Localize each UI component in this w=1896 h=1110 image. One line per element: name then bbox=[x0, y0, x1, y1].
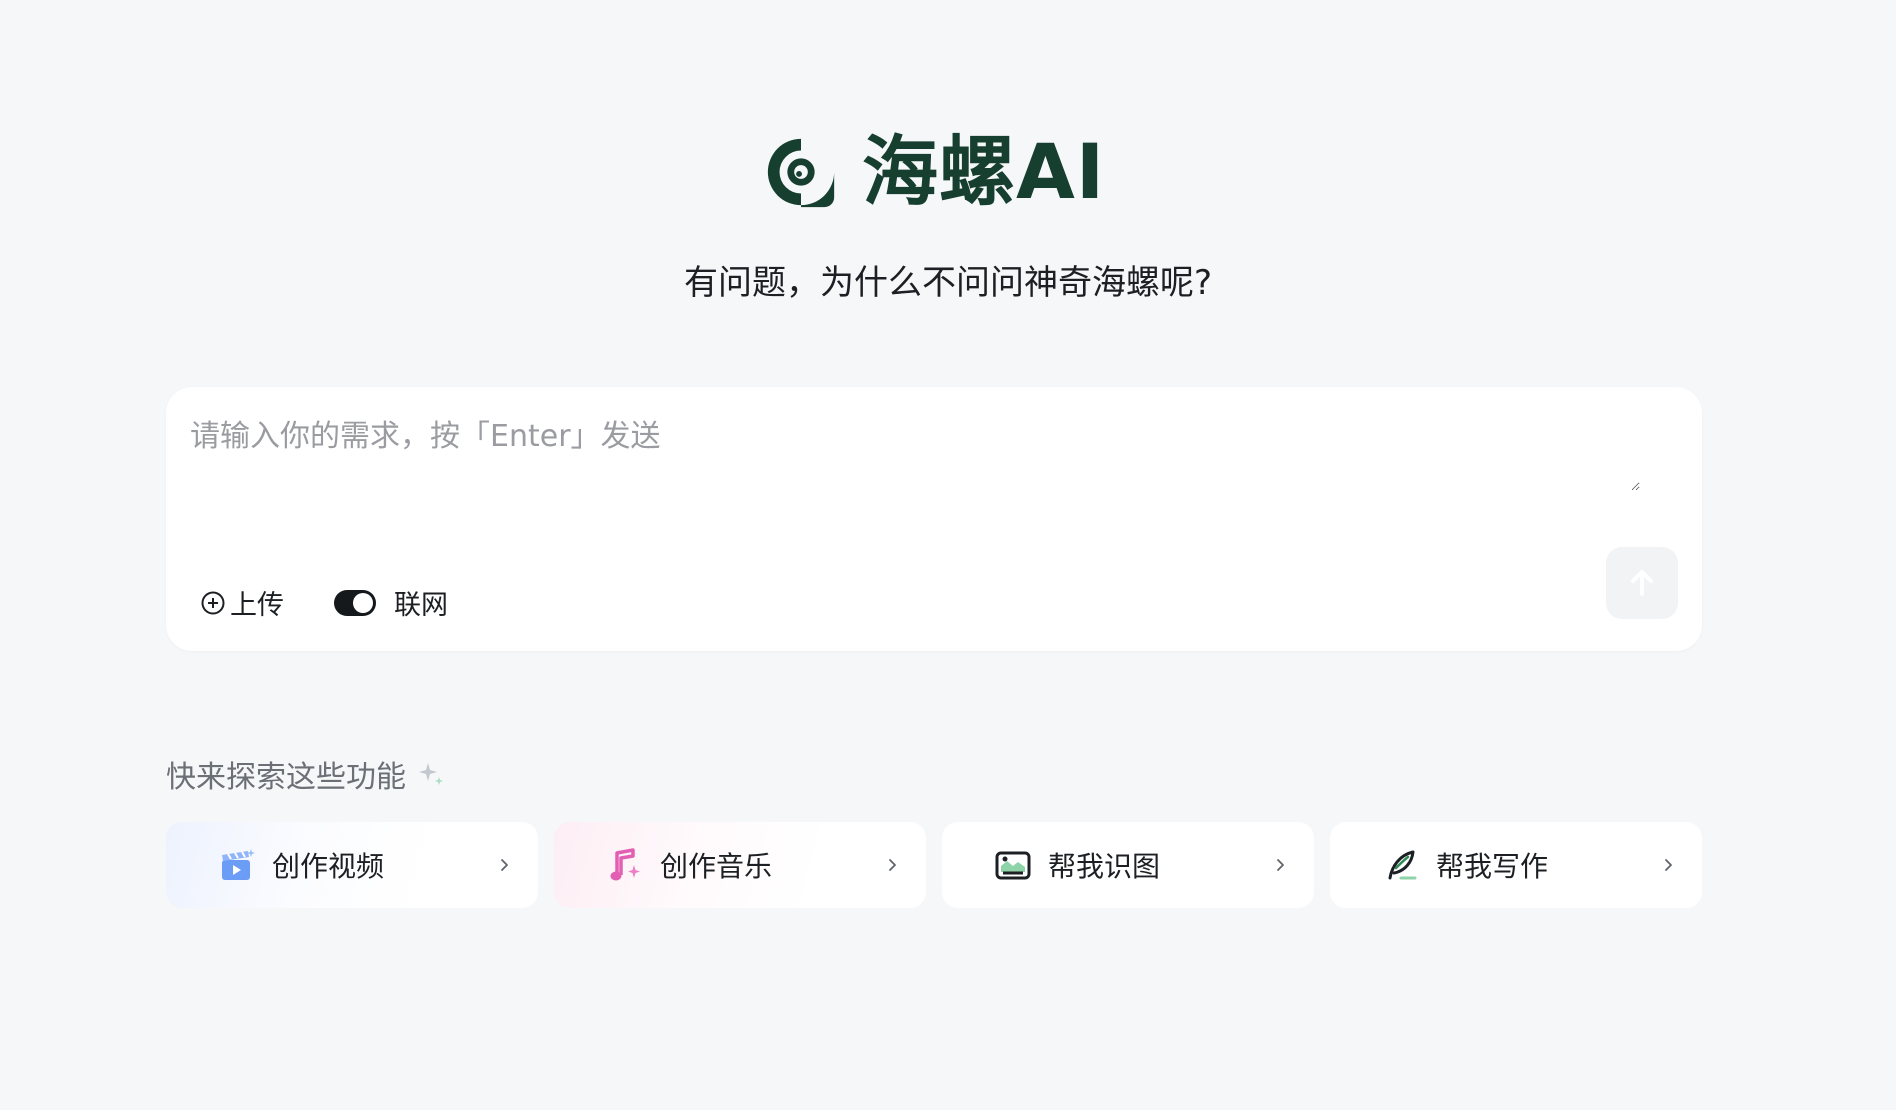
brand-logo: 海螺AI bbox=[762, 122, 1105, 222]
explore-heading: 快来探索这些功能 bbox=[166, 752, 446, 796]
chevron-right-icon bbox=[889, 859, 896, 871]
feature-card-video[interactable]: 创作视频 bbox=[166, 822, 538, 908]
web-search-toggle[interactable]: 联网 bbox=[334, 583, 448, 622]
prompt-input[interactable] bbox=[190, 411, 1640, 491]
prompt-composer: 上传 联网 bbox=[166, 387, 1702, 651]
send-button[interactable] bbox=[1606, 547, 1678, 619]
sparkle-icon bbox=[419, 763, 443, 785]
upload-button[interactable]: 上传 bbox=[200, 583, 284, 622]
chevron-right-icon bbox=[1277, 859, 1284, 871]
feature-card-image-recognition[interactable]: 帮我识图 bbox=[942, 822, 1314, 908]
feature-card-label: 创作音乐 bbox=[660, 850, 773, 883]
chevron-right-icon bbox=[1665, 859, 1672, 871]
toggle-knob bbox=[353, 592, 373, 613]
tagline: 有问题，为什么不问问神奇海螺呢? bbox=[683, 263, 1213, 303]
feature-card-label: 帮我识图 bbox=[1048, 850, 1161, 883]
feature-cards: 创作视频 创作音乐 帮我识图 帮我写作 bbox=[166, 822, 1702, 908]
video-clapper-icon bbox=[222, 849, 255, 880]
feature-card-label: 创作视频 bbox=[272, 850, 385, 883]
toggle-switch[interactable] bbox=[334, 589, 376, 616]
brand-name: 海螺AI bbox=[862, 127, 1106, 216]
feature-card-writing[interactable]: 帮我写作 bbox=[1330, 822, 1702, 908]
plus-circle-icon bbox=[201, 591, 225, 614]
explore-heading-text: 快来探索这些功能 bbox=[166, 760, 406, 795]
web-search-label: 联网 bbox=[394, 590, 448, 621]
quill-pen-icon bbox=[1388, 850, 1417, 880]
music-note-icon bbox=[610, 848, 640, 881]
feature-card-music[interactable]: 创作音乐 bbox=[554, 822, 926, 908]
arrow-up-icon bbox=[1631, 570, 1653, 596]
upload-label: 上传 bbox=[230, 590, 284, 621]
chevron-right-icon bbox=[501, 859, 508, 871]
feature-card-label: 帮我写作 bbox=[1436, 850, 1549, 883]
snail-shell-icon bbox=[767, 138, 835, 208]
image-recognition-icon bbox=[995, 851, 1031, 880]
